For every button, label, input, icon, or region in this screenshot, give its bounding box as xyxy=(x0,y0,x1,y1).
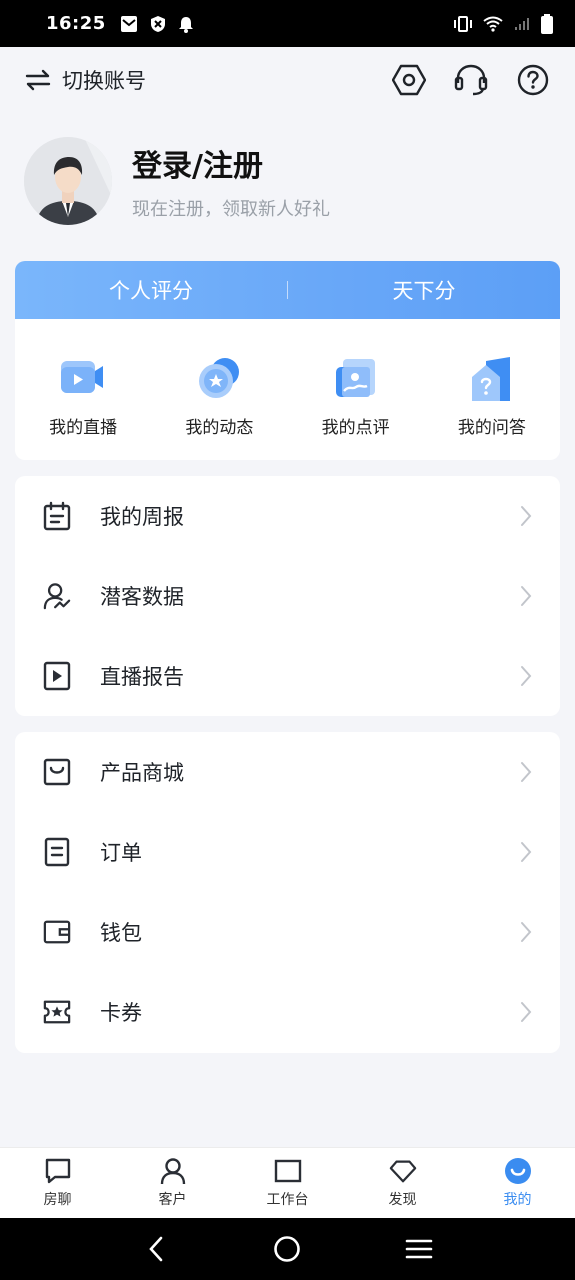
menu-item-coupons[interactable]: 卡券 xyxy=(15,972,560,1052)
help-button[interactable] xyxy=(515,62,551,98)
me-smile-icon xyxy=(504,1157,532,1185)
nav-item-discover[interactable]: 发现 xyxy=(345,1148,460,1218)
workbench-icon xyxy=(274,1157,302,1185)
quick-item-my-live[interactable]: 我的直播 xyxy=(23,355,143,438)
headset-icon xyxy=(454,64,488,96)
nav-label-customers: 客户 xyxy=(158,1192,187,1208)
customer-service-button[interactable] xyxy=(453,62,489,98)
menu-label-weekly-report: 我的周报 xyxy=(100,505,184,529)
menu-item-product-mall[interactable]: 产品商城 xyxy=(15,732,560,812)
settings-hexagon-icon xyxy=(392,64,426,96)
wallet-icon xyxy=(43,918,71,946)
user-chart-icon xyxy=(43,582,71,610)
top-bar: 切换账号 xyxy=(0,47,575,113)
menu-label-product-mall: 产品商城 xyxy=(100,761,184,785)
profile-section[interactable]: 登录/注册 现在注册，领取新人好礼 xyxy=(24,135,554,227)
mail-notification-icon xyxy=(120,15,137,32)
bell-notification-icon xyxy=(178,16,193,33)
review-picture-icon xyxy=(335,359,375,397)
order-icon xyxy=(43,837,71,867)
avatar[interactable] xyxy=(24,137,112,225)
home-circle-icon xyxy=(274,1236,301,1262)
status-bar: 16:25 xyxy=(0,0,575,47)
star-moments-icon xyxy=(199,358,240,398)
menu-label-wallet: 钱包 xyxy=(100,921,142,945)
quick-label-my-moments: 我的动态 xyxy=(185,418,254,438)
notification-icons xyxy=(120,15,194,33)
switch-account-label: 切换账号 xyxy=(62,69,146,93)
question-house-icon xyxy=(471,357,510,401)
switch-account-button[interactable]: 切换账号 xyxy=(24,65,146,95)
quick-actions: 我的直播 我的动态 我的点评 我的问答 xyxy=(15,319,560,438)
battery-icon xyxy=(541,13,553,34)
bottom-navigation: 房聊 客户 工作台 发现 我的 xyxy=(0,1147,575,1218)
recents-button[interactable] xyxy=(399,1229,439,1269)
live-video-icon xyxy=(61,361,104,393)
menu-item-live-report[interactable]: 直播报告 xyxy=(15,636,560,716)
menu-item-prospect-data[interactable]: 潜客数据 xyxy=(15,556,560,636)
quick-item-my-qa[interactable]: 我的问答 xyxy=(432,355,552,438)
chevron-right-icon xyxy=(521,842,532,862)
quick-label-my-reviews: 我的点评 xyxy=(321,418,390,438)
tab-tianxia-score[interactable]: 天下分 xyxy=(288,275,560,305)
chevron-right-icon xyxy=(521,762,532,782)
nav-label-me: 我的 xyxy=(503,1192,532,1208)
system-nav-bar xyxy=(0,1218,575,1280)
score-card: 个人评分 天下分 我的直播 我的动态 我的点评 我的问答 xyxy=(15,261,560,460)
signal-icon xyxy=(515,17,529,30)
home-button[interactable] xyxy=(267,1229,307,1269)
nav-item-workbench[interactable]: 工作台 xyxy=(230,1148,345,1218)
switch-arrows-icon xyxy=(25,69,51,91)
menu-label-coupons: 卡券 xyxy=(100,1001,142,1025)
wifi-icon xyxy=(483,16,503,32)
default-avatar-icon xyxy=(24,137,112,225)
help-question-icon xyxy=(517,64,549,96)
menu-group-commerce: 产品商城 订单 钱包 卡券 xyxy=(15,732,560,1053)
menu-item-orders[interactable]: 订单 xyxy=(15,812,560,892)
chevron-right-icon xyxy=(521,586,532,606)
nav-item-chat[interactable]: 房聊 xyxy=(0,1148,115,1218)
chevron-right-icon xyxy=(521,1002,532,1022)
quick-item-my-reviews[interactable]: 我的点评 xyxy=(296,355,416,438)
nav-item-me[interactable]: 我的 xyxy=(460,1148,575,1218)
menu-item-weekly-report[interactable]: 我的周报 xyxy=(15,476,560,556)
quick-item-my-moments[interactable]: 我的动态 xyxy=(159,355,279,438)
vibrate-icon xyxy=(454,15,472,32)
nav-item-customers[interactable]: 客户 xyxy=(115,1148,230,1218)
menu-label-live-report: 直播报告 xyxy=(100,665,184,689)
chat-icon xyxy=(44,1157,72,1185)
menu-label-orders: 订单 xyxy=(100,841,142,865)
tab-personal-score[interactable]: 个人评分 xyxy=(15,275,287,305)
menu-lines-icon xyxy=(405,1239,433,1259)
login-register-subtitle: 现在注册，领取新人好礼 xyxy=(132,199,330,220)
settings-button[interactable] xyxy=(391,62,427,98)
menu-group-reports: 我的周报 潜客数据 直播报告 xyxy=(15,476,560,716)
menu-label-prospect-data: 潜客数据 xyxy=(100,585,184,609)
nav-label-discover: 发现 xyxy=(388,1192,417,1208)
status-time: 16:25 xyxy=(46,13,106,34)
calendar-icon xyxy=(43,501,71,531)
system-indicators xyxy=(453,13,553,34)
person-icon xyxy=(159,1157,187,1185)
chevron-right-icon xyxy=(521,922,532,942)
back-button[interactable] xyxy=(136,1229,176,1269)
diamond-icon xyxy=(389,1157,417,1185)
play-report-icon xyxy=(43,661,71,691)
shopping-bag-icon xyxy=(43,758,71,786)
menu-item-wallet[interactable]: 钱包 xyxy=(15,892,560,972)
quick-label-my-live: 我的直播 xyxy=(49,418,118,438)
chevron-right-icon xyxy=(521,506,532,526)
nav-label-workbench: 工作台 xyxy=(266,1192,309,1208)
score-banner: 个人评分 天下分 xyxy=(15,261,560,319)
back-chevron-icon xyxy=(149,1236,163,1262)
login-register-title[interactable]: 登录/注册 xyxy=(132,141,330,185)
coupon-icon xyxy=(43,998,71,1026)
chevron-right-icon xyxy=(521,666,532,686)
shield-notification-icon xyxy=(150,15,165,32)
nav-label-chat: 房聊 xyxy=(43,1192,72,1208)
quick-label-my-qa: 我的问答 xyxy=(457,418,526,438)
